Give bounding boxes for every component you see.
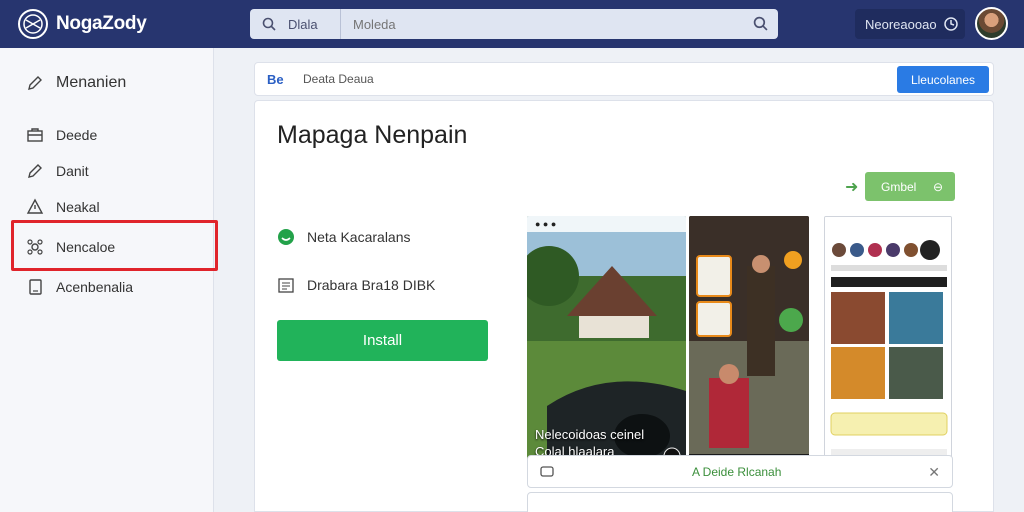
pencil-icon bbox=[26, 162, 46, 180]
search-scope-label[interactable]: Dlala bbox=[288, 17, 340, 32]
sidebar-item-1[interactable]: Danit bbox=[26, 162, 89, 180]
app-icon: Be bbox=[267, 72, 289, 86]
refresh-icon bbox=[943, 16, 959, 32]
app-info-text: Drabara Bra18 DIBK bbox=[307, 277, 436, 293]
sidebar-title-label: Menanien bbox=[56, 74, 127, 91]
globe-icon bbox=[18, 9, 48, 39]
arrow-right-icon: ➜ bbox=[845, 179, 859, 196]
tip-panel: A Deide Rlcanah ✕ bbox=[527, 455, 953, 488]
page-title: Mapaga Nenpain bbox=[277, 121, 468, 149]
sidebar-item-2[interactable]: Neakal bbox=[26, 198, 100, 216]
notifications-button[interactable]: Neoreaooao bbox=[855, 9, 965, 39]
header-action-button[interactable]: Lleucolanes bbox=[897, 66, 989, 93]
developer-name[interactable]: Neta Kacaralans bbox=[307, 229, 411, 245]
document-icon bbox=[26, 278, 46, 296]
sidebar-item-label: Acenbenalia bbox=[56, 279, 134, 295]
tip-text: A Deide Rlcanah bbox=[692, 464, 782, 479]
warning-icon bbox=[26, 198, 46, 216]
top-bar: NogaZody Dlala Neoreaooao bbox=[0, 0, 1024, 48]
screenshot-2[interactable] bbox=[689, 216, 809, 479]
breadcrumb-bar: Be Deata Deaua Lleucolanes bbox=[254, 62, 994, 96]
screenshot-caption-line-1: Nelecoidoas ceinel bbox=[535, 427, 645, 442]
search-input[interactable] bbox=[353, 16, 733, 32]
info-row: Drabara Bra18 DIBK bbox=[277, 276, 435, 294]
get-button[interactable]: Gmbel ⊖ bbox=[865, 172, 955, 201]
selection-highlight bbox=[11, 220, 218, 271]
screenshot-3[interactable] bbox=[824, 216, 952, 481]
svg-text:Be: Be bbox=[267, 72, 284, 86]
calendar-icon bbox=[277, 276, 297, 294]
main-content: Be Deata Deaua Lleucolanes Mapaga Nenpai… bbox=[214, 48, 1024, 512]
sidebar-item-0[interactable]: Deede bbox=[26, 126, 97, 144]
notifications-label: Neoreaooao bbox=[865, 16, 937, 32]
sidebar-item-label: Danit bbox=[56, 163, 89, 179]
breadcrumb[interactable]: Deata Deaua bbox=[303, 72, 374, 86]
get-button-label: Gmbel bbox=[881, 179, 917, 194]
sidebar-item-label: Neakal bbox=[56, 199, 100, 215]
smiley-icon bbox=[277, 228, 297, 246]
status-bar: ● ● ● bbox=[527, 216, 686, 232]
developer-row: Neta Kacaralans bbox=[277, 228, 411, 246]
search-divider bbox=[340, 9, 341, 39]
search-submit-icon[interactable] bbox=[753, 16, 768, 31]
install-button[interactable]: Install bbox=[277, 320, 488, 361]
search-bar[interactable]: Dlala bbox=[250, 9, 778, 39]
sidebar-item-4[interactable]: Acenbenalia bbox=[26, 278, 133, 296]
sidebar-title: Menanien bbox=[26, 74, 126, 92]
user-avatar[interactable] bbox=[975, 7, 1008, 40]
pencil-icon bbox=[26, 74, 46, 92]
close-icon[interactable]: ✕ bbox=[928, 464, 940, 481]
briefcase-icon bbox=[26, 126, 46, 144]
search-icon[interactable] bbox=[262, 17, 276, 31]
brand-name: NogaZody bbox=[56, 13, 147, 34]
sidebar: Menanien Deede Danit Neakal Nencaloe Ace… bbox=[0, 48, 214, 512]
secondary-panel bbox=[527, 492, 953, 512]
chat-icon bbox=[540, 465, 554, 478]
chevron-right-icon: ⊖ bbox=[932, 179, 943, 194]
screenshot-1[interactable]: ● ● ● Nelecoidoas ceinel Colal hlaalara bbox=[527, 216, 686, 479]
sidebar-item-label: Deede bbox=[56, 127, 98, 143]
brand-logo[interactable]: NogaZody bbox=[18, 9, 218, 39]
